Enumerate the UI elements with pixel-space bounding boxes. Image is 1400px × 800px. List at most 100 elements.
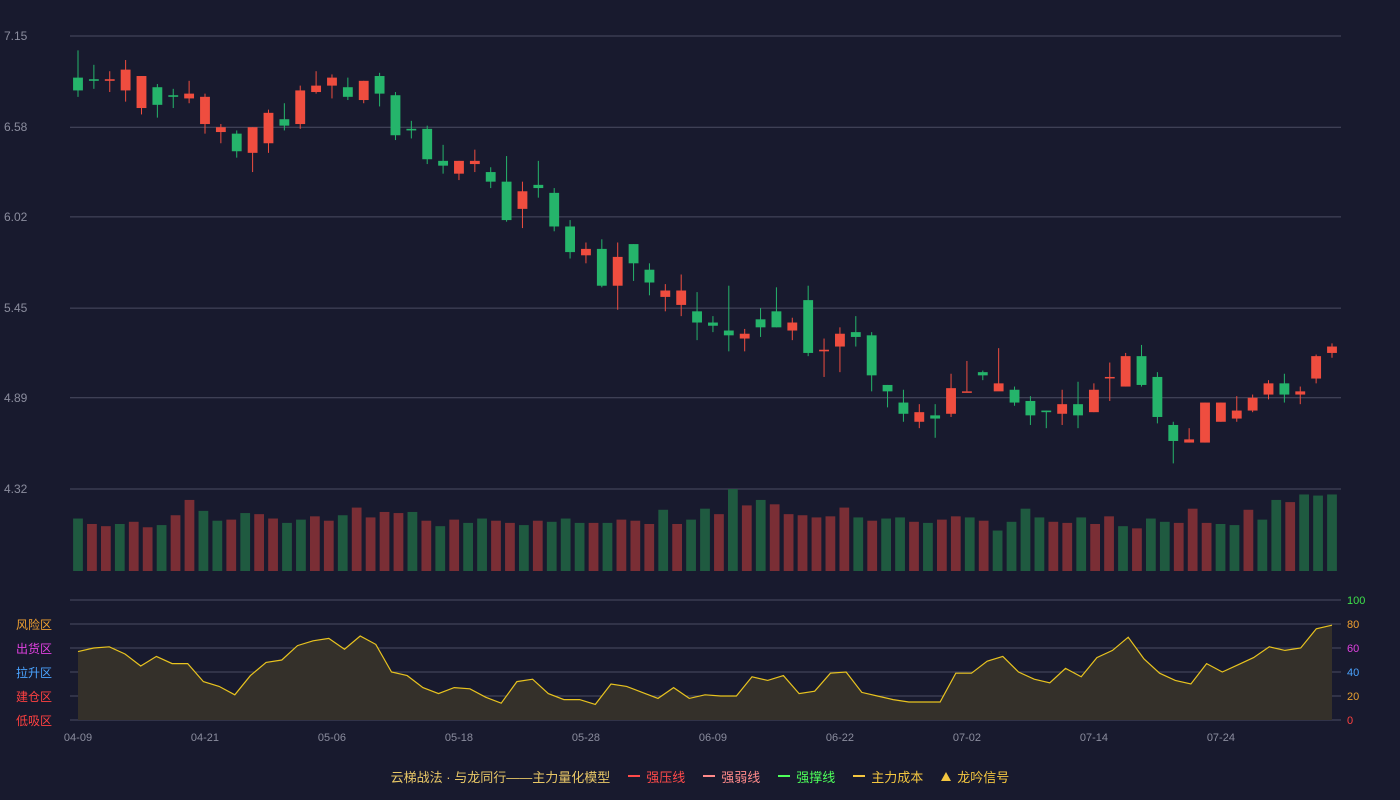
- x-axis: 04-09 04-21 05-06 05-18 05-28 06-09 06-22 07-02…: [64, 732, 1235, 744]
- volume-bar: [1299, 494, 1310, 571]
- candlestick-chart: 7.15 6.58 6.02 5.45 4.89 4.32 100 80 60 40 20 0 风险区出…: [4, 29, 1365, 744]
- candle-body: [1327, 346, 1337, 353]
- volume-bar: [574, 522, 585, 571]
- volume-bar: [226, 519, 237, 571]
- volume-bar: [769, 504, 780, 571]
- volume-bar: [839, 507, 850, 571]
- volume-bar: [616, 519, 627, 571]
- candle-body: [247, 127, 258, 153]
- indicator-panel: 100 80 60 40 20 0 风险区出货区拉升区建仓区低吸区: [16, 595, 1365, 728]
- volume-bar: [1132, 528, 1142, 571]
- price-tick-label: 4.89: [4, 391, 28, 405]
- volume-bar: [881, 518, 892, 571]
- candles: [73, 50, 1337, 464]
- legend-label: 强撑线: [796, 769, 836, 785]
- volume-bar: [379, 511, 390, 571]
- indicator-tick-label: 60: [1347, 643, 1359, 655]
- volume-bar: [463, 522, 474, 571]
- volume-bar: [1173, 522, 1184, 571]
- volume-bar: [212, 520, 223, 571]
- volume-bar: [184, 499, 195, 571]
- candle-body: [977, 372, 988, 376]
- volume-bar: [811, 517, 822, 571]
- price-tick-label: 6.02: [4, 210, 28, 224]
- candle-body: [676, 290, 687, 305]
- candle-body: [327, 77, 337, 86]
- zone-label: 建仓区: [16, 690, 52, 704]
- candle-body: [835, 333, 845, 347]
- volume-bar: [1201, 522, 1212, 571]
- candle-body: [200, 96, 210, 125]
- volume-bar: [351, 507, 362, 571]
- candle-body: [533, 184, 544, 189]
- volume-bar: [560, 518, 571, 571]
- legend-item-0[interactable]: 强压线: [628, 767, 685, 786]
- x-tick-label: 06-22: [826, 732, 854, 744]
- candle-body: [1009, 389, 1020, 403]
- candle-body: [819, 349, 829, 352]
- legend-label: 主力成本: [871, 769, 924, 785]
- volume-bar: [1118, 526, 1128, 571]
- candle-body: [1247, 397, 1258, 411]
- volume-bars: [73, 489, 1337, 571]
- candle-body: [342, 87, 353, 97]
- indicator-tick-label: 80: [1347, 619, 1359, 631]
- volume-bar: [491, 520, 501, 571]
- volume-bar: [714, 514, 724, 571]
- candle-body: [406, 128, 417, 131]
- candle-body: [104, 79, 115, 81]
- volume-bar: [1062, 522, 1073, 571]
- volume-bar: [128, 521, 139, 571]
- volume-bar: [421, 520, 432, 571]
- candle-body: [311, 85, 322, 93]
- candle-body: [1057, 404, 1068, 414]
- volume-bar: [992, 530, 1003, 571]
- candle-body: [723, 330, 734, 336]
- volume-bar: [309, 516, 320, 571]
- x-tick-label: 04-21: [191, 732, 219, 744]
- candle-body: [565, 226, 575, 253]
- legend-item-2[interactable]: 强撑线: [778, 767, 835, 786]
- volume-bar: [1187, 508, 1198, 571]
- volume-bar: [1285, 502, 1296, 571]
- candle-body: [1136, 356, 1147, 385]
- volume-bar: [1048, 521, 1059, 571]
- price-tick-label: 5.45: [4, 301, 28, 315]
- indicator-tick-label: 20: [1347, 691, 1359, 703]
- candle-body: [517, 191, 528, 209]
- candle-body: [692, 311, 702, 323]
- x-tick-label: 05-18: [445, 732, 473, 744]
- candle-body: [184, 93, 195, 99]
- legend-item-3[interactable]: 主力成本: [853, 767, 923, 786]
- volume-bar: [895, 517, 905, 571]
- candle-body: [946, 388, 956, 414]
- legend-item-4[interactable]: 龙吟信号: [941, 767, 1009, 786]
- legend-item-1[interactable]: 强弱线: [703, 767, 760, 786]
- candle-body: [1073, 404, 1083, 416]
- volume-bar: [1006, 521, 1017, 571]
- candle-body: [454, 160, 464, 174]
- candle-body: [1152, 376, 1163, 417]
- zone-label: 风险区: [16, 617, 52, 632]
- volume-bar: [630, 520, 641, 571]
- candle-body: [628, 244, 639, 264]
- volume-bar: [407, 511, 418, 571]
- candle-body: [136, 76, 147, 109]
- candle-body: [771, 311, 782, 328]
- candle-body: [850, 332, 861, 337]
- volume-bar: [100, 526, 111, 571]
- candle-body: [898, 402, 909, 414]
- candle-body: [1104, 376, 1115, 379]
- x-tick-label: 05-28: [572, 732, 600, 744]
- candle-body: [390, 95, 401, 136]
- candle-body: [501, 181, 512, 221]
- candle-body: [374, 76, 385, 94]
- candle-body: [1041, 410, 1052, 413]
- candle-body: [88, 79, 99, 81]
- volume-bar: [1145, 518, 1156, 571]
- indicator-tick-label: 40: [1347, 667, 1359, 679]
- candle-body: [993, 383, 1004, 392]
- volume-bar: [365, 517, 376, 571]
- indicator-area: [78, 625, 1332, 720]
- volume-bar: [867, 520, 878, 571]
